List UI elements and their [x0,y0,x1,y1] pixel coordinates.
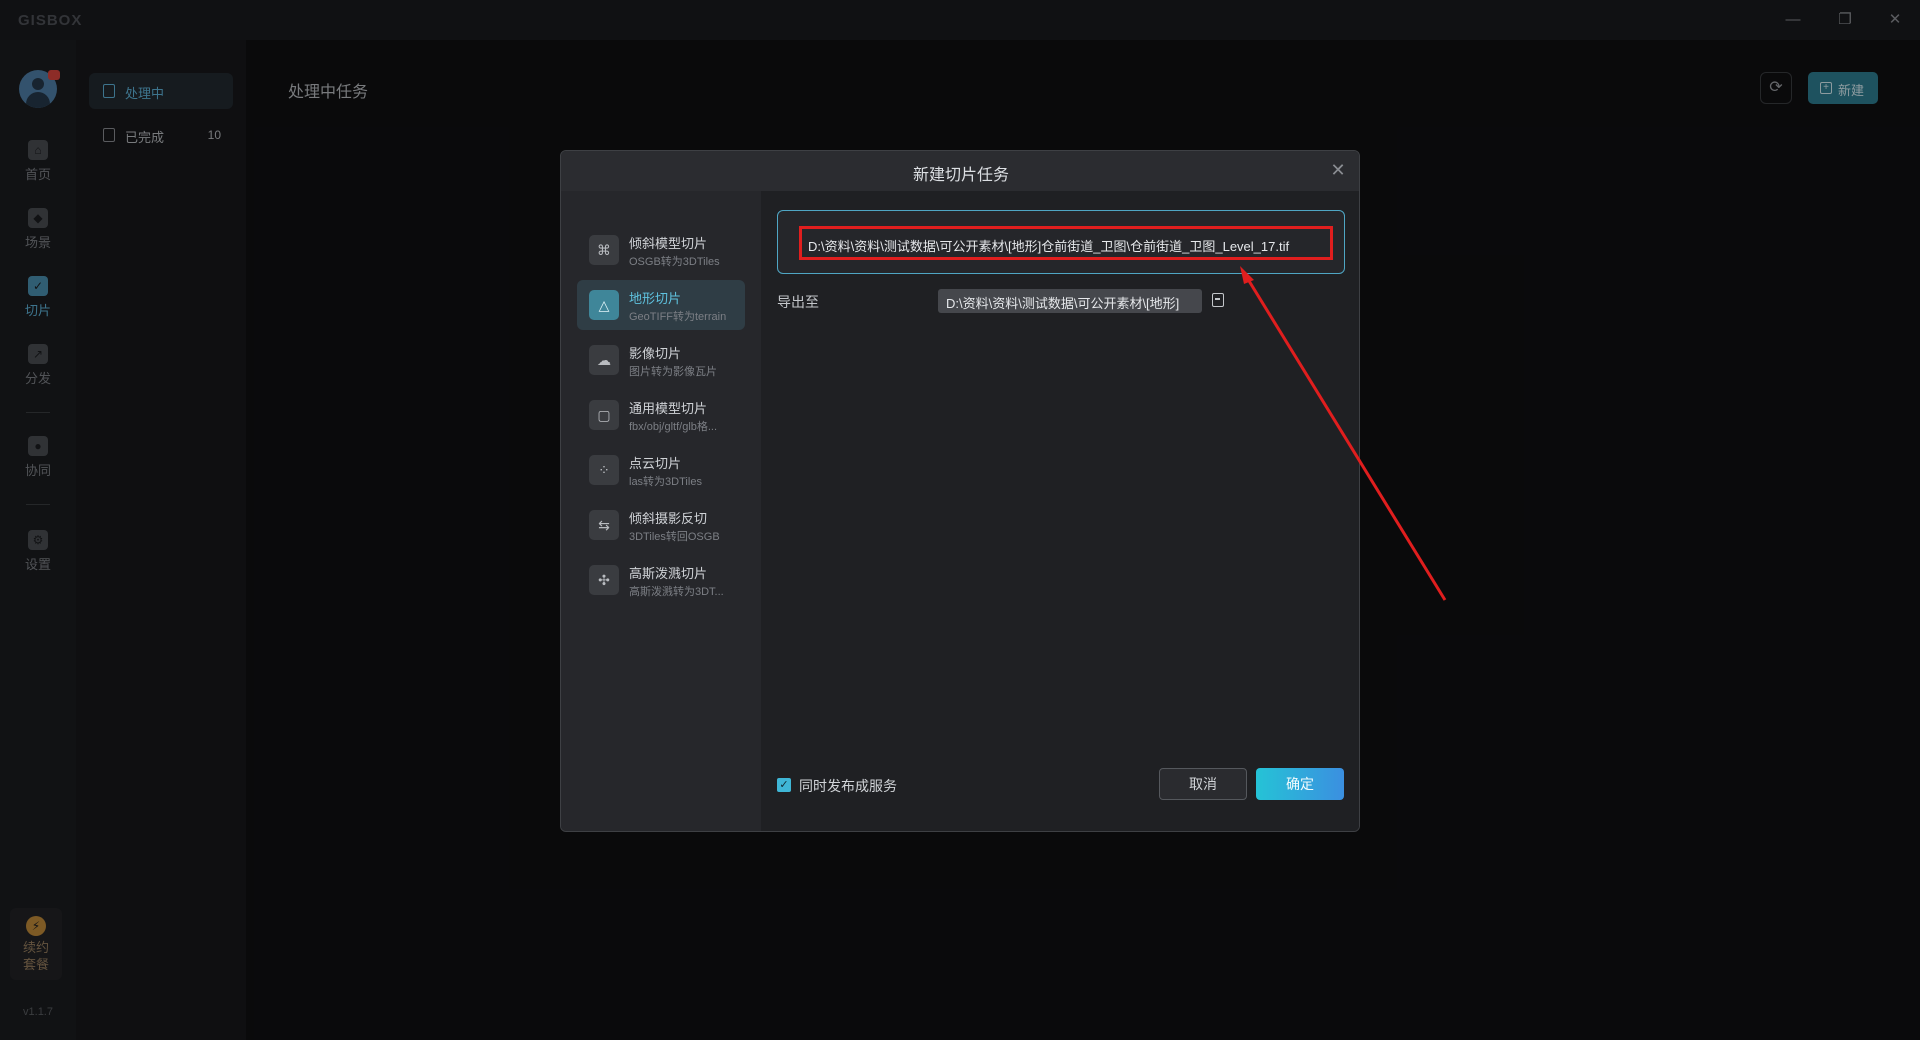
point-cloud-icon: ⁘ [589,455,619,485]
category-title: 地形切片 [629,291,682,306]
category-subtitle: 3DTiles转回OSGB [629,531,720,543]
imagery-icon: ☁ [589,345,619,375]
category-subtitle: OSGB转为3DTiles [629,256,720,268]
category-terrain[interactable]: △ 地形切片 GeoTIFF转为terrain [577,280,745,330]
category-oblique-model[interactable]: ⌘ 倾斜模型切片 OSGB转为3DTiles [577,225,745,275]
publish-service-checkbox[interactable]: ✓ [777,778,791,792]
task-form: D:\资料\资料\测试数据\可公开素材\[地形]仓前街道_卫图\仓前街道_卫图_… [761,191,1359,831]
cancel-button[interactable]: 取消 [1159,768,1247,800]
gaussian-icon: ✣ [589,565,619,595]
category-subtitle: las转为3DTiles [629,476,702,488]
source-path-field[interactable]: D:\资料\资料\测试数据\可公开素材\[地形]仓前街道_卫图\仓前街道_卫图_… [799,226,1333,260]
category-subtitle: fbx/obj/gltf/glb格... [629,421,718,433]
category-subtitle: 高斯泼溅转为3DT... [629,586,724,598]
close-icon[interactable]: ✕ [1327,159,1349,181]
export-label: 导出至 [777,294,819,310]
category-general-model[interactable]: ▢ 通用模型切片 fbx/obj/gltf/glb格... [577,390,745,440]
source-file-dropzone[interactable]: D:\资料\资料\测试数据\可公开素材\[地形]仓前街道_卫图\仓前街道_卫图_… [777,210,1345,274]
category-list: ⌘ 倾斜模型切片 OSGB转为3DTiles △ 地形切片 GeoTIFF转为t… [561,191,761,831]
category-point-cloud[interactable]: ⁘ 点云切片 las转为3DTiles [577,445,745,495]
new-slice-task-dialog: 新建切片任务 ✕ ⌘ 倾斜模型切片 OSGB转为3DTiles △ 地形切片 G… [560,150,1360,832]
category-title: 高斯泼溅切片 [629,566,708,581]
box-icon: ▢ [589,400,619,430]
category-reverse-oblique[interactable]: ⇆ 倾斜摄影反切 3DTiles转回OSGB [577,500,745,550]
terrain-icon: △ [589,290,619,320]
dialog-header: 新建切片任务 ✕ [561,151,1359,191]
category-gaussian-splat[interactable]: ✣ 高斯泼溅切片 高斯泼溅转为3DT... [577,555,745,605]
category-title: 倾斜模型切片 [629,236,708,251]
category-title: 点云切片 [629,456,682,471]
oblique-model-icon: ⌘ [589,235,619,265]
confirm-button[interactable]: 确定 [1256,768,1344,800]
reverse-icon: ⇆ [589,510,619,540]
category-title: 影像切片 [629,346,682,361]
category-imagery[interactable]: ☁ 影像切片 图片转为影像瓦片 [577,335,745,385]
export-path-field[interactable]: D:\资料\资料\测试数据\可公开素材\[地形] [938,289,1202,313]
dialog-title: 新建切片任务 [912,167,1009,184]
publish-service-label: 同时发布成服务 [799,778,897,794]
category-subtitle: GeoTIFF转为terrain [629,311,727,323]
category-title: 通用模型切片 [629,401,708,416]
browse-folder-button[interactable] [1207,289,1229,313]
folder-icon [1212,293,1224,307]
category-subtitle: 图片转为影像瓦片 [629,366,717,378]
category-title: 倾斜摄影反切 [629,511,708,526]
